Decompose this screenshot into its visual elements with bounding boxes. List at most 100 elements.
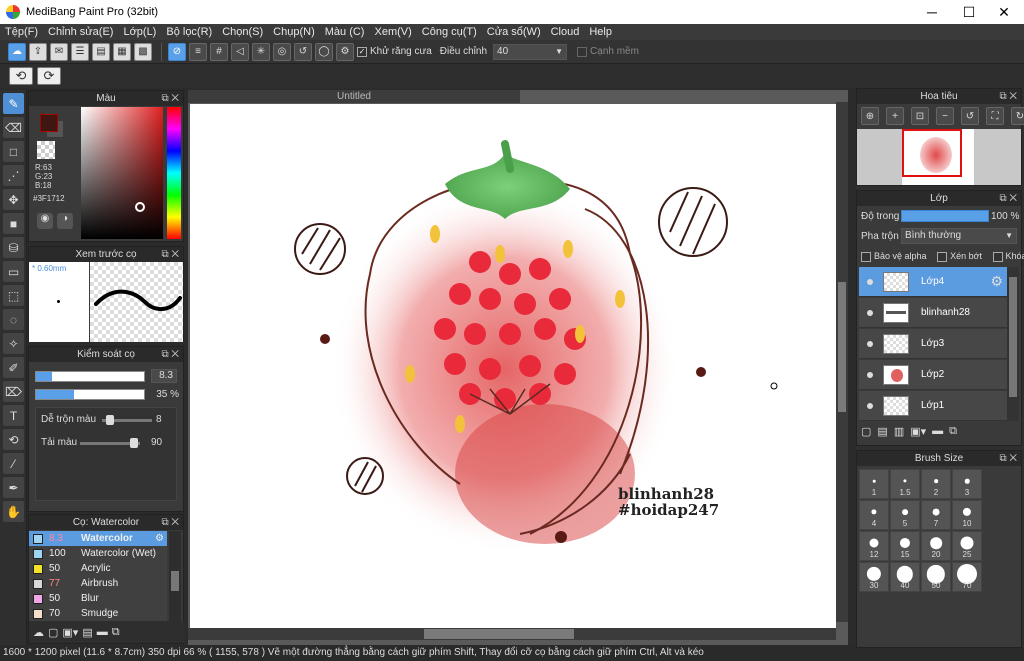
brush-size-cell[interactable]: 10 bbox=[952, 500, 982, 530]
bucket-tool-icon[interactable]: ⛁ bbox=[3, 237, 24, 258]
brush-size-cell[interactable]: 12 bbox=[859, 531, 889, 561]
layer-scrollbar[interactable] bbox=[1007, 267, 1019, 421]
select-eraser-tool-icon[interactable]: ⌦ bbox=[3, 381, 24, 402]
fit-window-icon[interactable]: ⊡ bbox=[911, 107, 929, 125]
brush-size-cell[interactable]: 25 bbox=[952, 531, 982, 561]
undo-button[interactable]: ⟲ bbox=[9, 67, 33, 85]
visibility-icon[interactable] bbox=[867, 371, 873, 378]
horizontal-scrollbar[interactable] bbox=[188, 628, 836, 640]
menu-window[interactable]: Cửa sổ(W) bbox=[482, 26, 546, 38]
new-8bit-layer-icon[interactable]: ▥ bbox=[894, 425, 904, 438]
lock-checkbox[interactable] bbox=[992, 251, 1003, 262]
blend-select[interactable]: Bình thường ▼ bbox=[901, 228, 1017, 244]
new-brush-icon[interactable]: ▢ bbox=[48, 626, 58, 639]
rotate-left-icon[interactable]: ↺ bbox=[961, 107, 979, 125]
fill-rect-tool-icon[interactable]: ■ bbox=[3, 213, 24, 234]
brush-size-cell[interactable]: 70 bbox=[952, 562, 982, 592]
brush-size-cell[interactable]: 50 bbox=[921, 562, 951, 592]
gear-icon[interactable]: ⚙ bbox=[155, 533, 164, 544]
mix-slider[interactable] bbox=[102, 415, 152, 425]
hand-tool-icon[interactable]: ✋ bbox=[3, 501, 24, 522]
brush-size-cell[interactable]: 4 bbox=[859, 500, 889, 530]
chat-icon[interactable]: ☰ bbox=[71, 42, 89, 61]
drawing-canvas[interactable]: blinhanh28 #hoidap247 bbox=[190, 104, 836, 628]
gradient-tool-icon[interactable]: ▭ bbox=[3, 261, 24, 282]
cloud-save-icon[interactable]: ☁ bbox=[8, 42, 26, 61]
hue-slider[interactable] bbox=[167, 107, 181, 239]
select-rect-tool-icon[interactable]: ⬚ bbox=[3, 285, 24, 306]
fullscreen-icon[interactable]: ⛶ bbox=[986, 107, 1004, 125]
new-layer-icon[interactable]: ▢ bbox=[861, 425, 871, 438]
panel-controls-icon[interactable]: ⧉ ✕ bbox=[999, 89, 1017, 104]
cloud-brush-icon[interactable]: ☁ bbox=[33, 626, 44, 639]
brush-size-cell[interactable]: 3 bbox=[952, 469, 982, 499]
rotate-right-icon[interactable]: ↻ bbox=[1011, 107, 1024, 125]
snap-settings-icon[interactable]: ⚙ bbox=[336, 42, 354, 61]
panel-controls-icon[interactable]: ⧉ ✕ bbox=[999, 451, 1017, 466]
brush-size-cell[interactable]: 7 bbox=[921, 500, 951, 530]
grid-icon[interactable]: ▩ bbox=[134, 42, 152, 61]
circle-snap-icon[interactable]: ◎ bbox=[273, 42, 291, 61]
eyedropper-tool-icon[interactable]: ⁄ bbox=[3, 453, 24, 474]
radial-snap-icon[interactable]: ✳ bbox=[252, 42, 270, 61]
layer-opacity-slider[interactable] bbox=[901, 210, 989, 222]
folder-icon[interactable]: ▬ bbox=[97, 626, 108, 638]
menu-snap[interactable]: Chụp(N) bbox=[268, 26, 320, 38]
panel-controls-icon[interactable]: ⧉ ✕ bbox=[161, 247, 179, 262]
brush-item[interactable]: 8.3 Watercolor ⚙ bbox=[29, 531, 167, 546]
move-tool-icon[interactable]: ✥ bbox=[3, 189, 24, 210]
brush-tool-icon[interactable]: ✎ bbox=[3, 93, 24, 114]
add-layer-menu-icon[interactable]: ▣▾ bbox=[910, 425, 926, 438]
add-brush-icon[interactable]: ▣▾ bbox=[62, 626, 78, 639]
brush-item[interactable]: 70 Smudge bbox=[29, 606, 167, 621]
dot-tool-icon[interactable]: ⋰ bbox=[3, 165, 24, 186]
menu-edit[interactable]: Chỉnh sửa(E) bbox=[43, 26, 118, 38]
zoom-fit-icon[interactable]: ⊕ bbox=[861, 107, 879, 125]
shape-tool-icon[interactable]: □ bbox=[3, 141, 24, 162]
eraser-tool-icon[interactable]: ⌫ bbox=[3, 117, 24, 138]
brush-size-cell[interactable]: 1 bbox=[859, 469, 889, 499]
lasso-tool-icon[interactable]: ◌ bbox=[3, 309, 24, 330]
layer-row[interactable]: Lớp3 bbox=[859, 329, 1007, 359]
brush-item[interactable]: 77 Airbrush bbox=[29, 576, 167, 591]
divide-tool-icon[interactable]: ⟲ bbox=[3, 429, 24, 450]
antialias-checkbox[interactable]: ✓ bbox=[357, 46, 367, 57]
snap-off-icon[interactable]: ⊘ bbox=[168, 42, 186, 61]
brush-size-value[interactable]: 8.3 bbox=[151, 369, 177, 383]
color-set-icon[interactable]: ◑ bbox=[57, 213, 73, 229]
brush-size-cell[interactable]: 2 bbox=[921, 469, 951, 499]
maximize-button[interactable]: ☐ bbox=[951, 0, 987, 24]
magic-wand-tool-icon[interactable]: ✧ bbox=[3, 333, 24, 354]
palette-icon[interactable]: ◉ bbox=[37, 213, 53, 229]
new-halftone-layer-icon[interactable]: ▤ bbox=[877, 425, 887, 438]
minimize-button[interactable]: ─ bbox=[914, 0, 950, 24]
menu-color[interactable]: Màu (C) bbox=[320, 26, 370, 38]
menu-view[interactable]: Xem(V) bbox=[369, 26, 416, 38]
panel-controls-icon[interactable]: ⧉ ✕ bbox=[161, 347, 179, 362]
vertical-scrollbar[interactable] bbox=[836, 102, 848, 622]
ellipse-snap-icon[interactable]: ◯ bbox=[315, 42, 333, 61]
clip-checkbox[interactable] bbox=[937, 251, 948, 262]
navigator-view-rect[interactable] bbox=[902, 129, 962, 177]
panel-controls-icon[interactable]: ⧉ ✕ bbox=[161, 91, 179, 106]
brush-size-cell[interactable]: 1.5 bbox=[890, 469, 920, 499]
cross-snap-icon[interactable]: # bbox=[210, 42, 228, 61]
layer-row[interactable]: Lớp2 bbox=[859, 360, 1007, 390]
primary-color-swatch[interactable] bbox=[40, 114, 58, 132]
brush-size-slider[interactable] bbox=[35, 371, 145, 382]
close-button[interactable]: ✕ bbox=[986, 0, 1022, 24]
visibility-icon[interactable] bbox=[867, 402, 873, 409]
brush-opacity-slider[interactable] bbox=[35, 389, 145, 400]
zoom-in-icon[interactable]: + bbox=[886, 107, 904, 125]
brush-size-cell[interactable]: 40 bbox=[890, 562, 920, 592]
layer-row[interactable]: blinhanh28 bbox=[859, 298, 1007, 328]
brush-item[interactable]: 50 Acrylic bbox=[29, 561, 167, 576]
color-picker-square[interactable] bbox=[81, 107, 163, 239]
menu-cloud[interactable]: Cloud bbox=[546, 26, 585, 38]
select-pen-tool-icon[interactable]: ✐ bbox=[3, 357, 24, 378]
brush-size-cell[interactable]: 20 bbox=[921, 531, 951, 561]
reload-slider[interactable] bbox=[80, 438, 140, 448]
panel-icon[interactable]: ▦ bbox=[113, 42, 131, 61]
soft-edge-checkbox[interactable] bbox=[577, 46, 588, 57]
brush-list-scrollbar[interactable] bbox=[169, 531, 181, 621]
